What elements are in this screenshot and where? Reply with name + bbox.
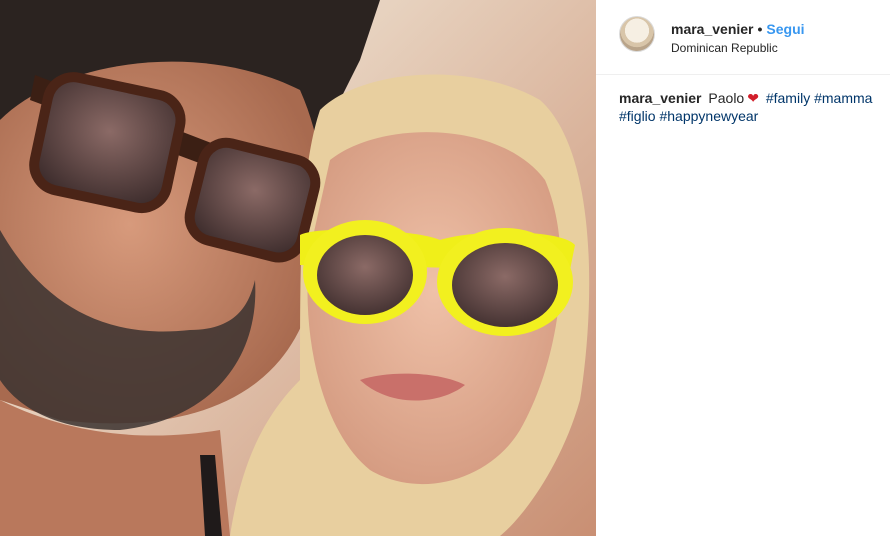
hashtag-mamma[interactable]: #mamma <box>814 90 872 106</box>
instagram-post: mara_venier • Segui Dominican Republic mar… <box>0 0 890 536</box>
caption-username[interactable]: mara_venier <box>619 90 702 106</box>
location-link[interactable]: Dominican Republic <box>671 41 778 55</box>
separator-dot: • <box>757 21 763 37</box>
follow-button[interactable]: Segui <box>766 21 804 37</box>
selfie-image <box>0 0 590 536</box>
header-user-line: mara_venier • Segui <box>671 21 805 37</box>
post-sidebar: mara_venier • Segui Dominican Republic mar… <box>596 0 890 536</box>
post-photo[interactable] <box>0 0 596 536</box>
hashtag-figlio[interactable]: #figlio <box>619 108 656 124</box>
caption: mara_venier Paolo ❤ #family #mamma #figli… <box>619 89 879 125</box>
avatar[interactable] <box>619 16 655 52</box>
hashtag-happynewyear[interactable]: #happynewyear <box>659 108 758 124</box>
heart-icon: ❤ <box>747 90 759 106</box>
caption-text: Paolo <box>708 90 745 106</box>
hashtag-family[interactable]: #family <box>766 90 810 106</box>
username-link[interactable]: mara_venier <box>671 21 754 37</box>
post-header: mara_venier • Segui Dominican Republic <box>596 0 890 75</box>
